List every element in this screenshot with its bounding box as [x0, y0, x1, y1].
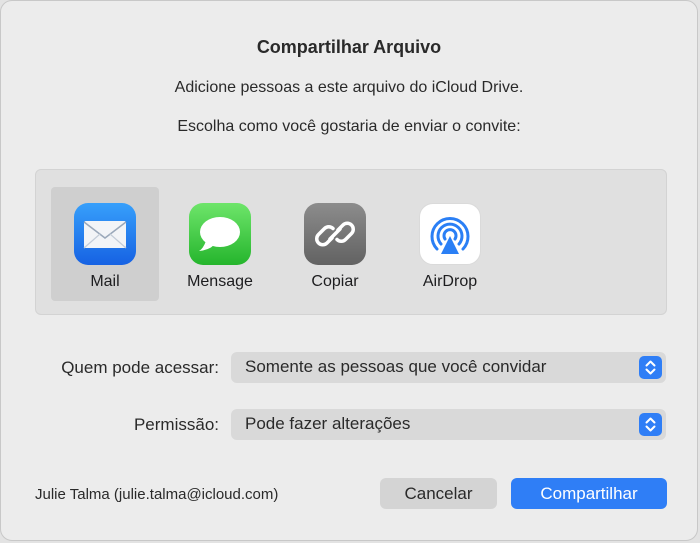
- share-option-label: Copiar: [311, 273, 359, 290]
- messages-icon: [189, 203, 251, 265]
- share-option-mail[interactable]: Mail: [51, 187, 159, 301]
- permission-value: Pode fazer alterações: [245, 414, 411, 433]
- share-file-dialog: Compartilhar Arquivo Adicione pessoas a …: [0, 0, 698, 541]
- up-down-chevron-icon: [639, 413, 662, 436]
- share-option-copy-link[interactable]: Copiar: [281, 187, 389, 301]
- mail-icon: [74, 203, 136, 265]
- account-info: Julie Talma (julie.talma@icloud.com): [35, 486, 279, 503]
- link-icon: [304, 203, 366, 265]
- airdrop-icon: [419, 203, 481, 265]
- access-popup[interactable]: Somente as pessoas que você convidar: [231, 352, 666, 383]
- share-option-messages[interactable]: Mensage: [166, 187, 274, 301]
- access-label: Quem pode acessar:: [61, 358, 219, 377]
- permission-label: Permissão:: [133, 415, 219, 434]
- share-option-label: Mensage: [187, 273, 253, 290]
- invite-prompt: Escolha como você gostaria de enviar o c…: [177, 118, 521, 135]
- share-option-label: AirDrop: [422, 273, 478, 290]
- share-button[interactable]: Compartilhar: [511, 478, 667, 509]
- cancel-button[interactable]: Cancelar: [380, 478, 497, 509]
- share-option-airdrop[interactable]: AirDrop: [396, 187, 504, 301]
- up-down-chevron-icon: [639, 356, 662, 379]
- permission-popup[interactable]: Pode fazer alterações: [231, 409, 666, 440]
- share-method-panel: Mail Mensage Copiar AirDrop: [35, 169, 667, 315]
- access-value: Somente as pessoas que você convidar: [245, 357, 547, 376]
- dialog-title: Compartilhar Arquivo: [256, 37, 442, 57]
- share-option-label: Mail: [90, 273, 120, 290]
- dialog-subtitle: Adicione pessoas a este arquivo do iClou…: [174, 79, 524, 96]
